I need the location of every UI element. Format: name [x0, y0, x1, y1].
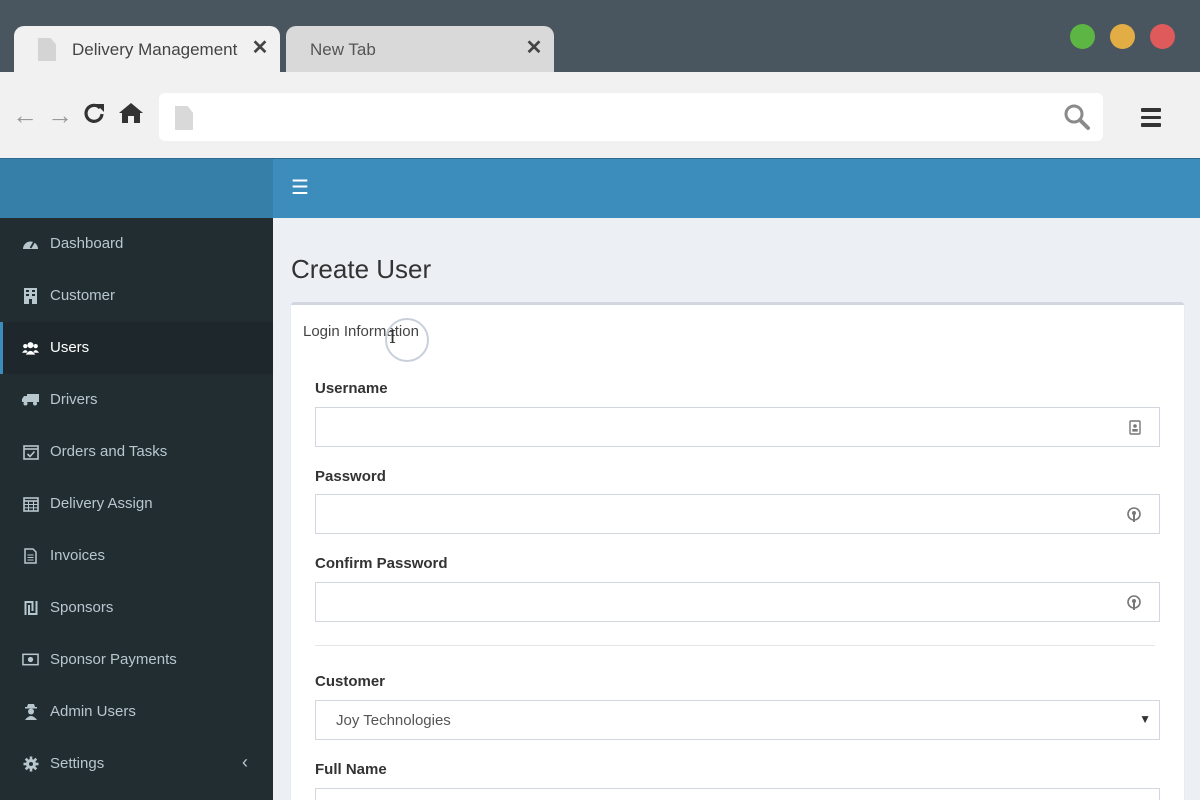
- sidebar-item-sponsor-payments[interactable]: Sponsor Payments: [0, 634, 273, 686]
- search-icon[interactable]: [1063, 103, 1091, 136]
- sidebar-item-label: Delivery Assign: [50, 495, 153, 512]
- id-badge-icon: [1129, 420, 1141, 440]
- close-tab-icon[interactable]: ✕: [250, 36, 270, 60]
- building-icon: [22, 287, 39, 304]
- sidebar-item-invoices[interactable]: Invoices: [0, 530, 273, 582]
- tab-title: Delivery Management: [72, 40, 238, 59]
- calendar-icon: [22, 495, 39, 512]
- forward-arrow-icon[interactable]: →: [47, 102, 73, 128]
- home-icon[interactable]: [118, 102, 144, 124]
- caret-down-icon: ▼: [1139, 712, 1151, 726]
- close-tab-icon[interactable]: ✕: [524, 36, 544, 60]
- minimize-button[interactable]: [1070, 24, 1095, 49]
- text-cursor-icon: I: [389, 327, 397, 348]
- full-name-field[interactable]: [315, 788, 1160, 800]
- tab-new-tab[interactable]: New Tab ✕: [286, 26, 554, 72]
- app-logo-area: [0, 158, 273, 218]
- login-information-box: Login Information I Username Password Co…: [291, 302, 1184, 800]
- back-arrow-icon[interactable]: ←: [12, 102, 38, 128]
- sidebar-item-label: Customer: [50, 287, 116, 304]
- sidebar-item-admin-users[interactable]: Admin Users: [0, 686, 273, 738]
- address-bar[interactable]: [159, 93, 1103, 141]
- sidebar-item-users[interactable]: Users: [0, 322, 273, 374]
- browser-menu-icon[interactable]: [1141, 108, 1161, 131]
- page-title: Create User: [291, 254, 432, 284]
- lock-icon: [1127, 595, 1141, 616]
- full-name-label: Full Name: [315, 761, 387, 778]
- username-field[interactable]: [315, 407, 1160, 447]
- tab-title: New Tab: [310, 40, 376, 59]
- password-label: Password: [315, 468, 386, 485]
- sidebar-item-label: Invoices: [50, 547, 106, 564]
- sidebar-item-label: Dashboard: [50, 235, 124, 252]
- sidebar-item-orders-and-tasks[interactable]: Orders and Tasks: [0, 426, 273, 478]
- password-field[interactable]: [315, 494, 1160, 534]
- document-icon: [38, 38, 56, 61]
- form-divider: [315, 645, 1155, 646]
- sidebar-item-label: Drivers: [50, 391, 98, 408]
- sidebar-item-customer[interactable]: Customer: [0, 270, 273, 322]
- calendar-check-icon: [22, 443, 39, 460]
- gear-icon: [22, 755, 39, 772]
- main-content: Create User Login Information I Username…: [273, 218, 1200, 800]
- username-input[interactable]: [316, 408, 1159, 446]
- page-icon: [175, 106, 193, 130]
- reload-icon[interactable]: [83, 102, 105, 124]
- tab-strip: Delivery Management ✕ New Tab ✕: [0, 0, 1200, 72]
- shekel-icon: [22, 599, 39, 616]
- sidebar-item-label: Users: [50, 339, 90, 356]
- app-area: ☰ Dashboard Customer Users Drivers Order…: [0, 158, 1200, 800]
- sidebar: Dashboard Customer Users Drivers Orders …: [0, 218, 273, 800]
- sidebar-item-delivery-assign[interactable]: Delivery Assign: [0, 478, 273, 530]
- close-window-button[interactable]: [1150, 24, 1175, 49]
- lock-icon: [1127, 507, 1141, 528]
- sidebar-item-drivers[interactable]: Drivers: [0, 374, 273, 426]
- confirm-password-field[interactable]: [315, 582, 1160, 622]
- money-icon: [22, 651, 39, 668]
- username-label: Username: [315, 380, 388, 397]
- truck-icon: [22, 391, 39, 408]
- user-secret-icon: [22, 703, 39, 720]
- sidebar-item-settings[interactable]: Settings ‹: [0, 738, 273, 790]
- sidebar-item-dashboard[interactable]: Dashboard: [0, 218, 273, 270]
- browser-window: Delivery Management ✕ New Tab ✕ ← → ☰ Da…: [0, 0, 1200, 800]
- file-text-icon: [22, 547, 39, 564]
- maximize-button[interactable]: [1110, 24, 1135, 49]
- tab-delivery-management[interactable]: Delivery Management ✕: [14, 26, 280, 72]
- sidebar-item-label: Admin Users: [50, 703, 136, 720]
- confirm-password-input[interactable]: [316, 583, 1159, 621]
- customer-selected-value: Joy Technologies: [336, 712, 451, 729]
- customer-label: Customer: [315, 673, 386, 690]
- sidebar-item-label: Orders and Tasks: [50, 443, 168, 460]
- sidebar-toggle-icon[interactable]: ☰: [291, 178, 309, 198]
- browser-toolbar: ← →: [0, 72, 1200, 158]
- users-icon: [22, 339, 39, 356]
- confirm-password-label: Confirm Password: [315, 555, 448, 572]
- sidebar-item-label: Sponsor Payments: [50, 651, 177, 668]
- sidebar-item-label: Settings: [50, 755, 105, 772]
- sidebar-item-label: Sponsors: [50, 599, 114, 616]
- chevron-left-icon: ‹: [242, 752, 248, 772]
- sidebar-item-sponsors[interactable]: Sponsors: [0, 582, 273, 634]
- dashboard-icon: [22, 235, 39, 252]
- password-input[interactable]: [316, 495, 1159, 533]
- full-name-input[interactable]: [316, 789, 1159, 800]
- app-header: ☰: [273, 158, 1200, 218]
- customer-select[interactable]: Joy Technologies ▼: [315, 700, 1160, 740]
